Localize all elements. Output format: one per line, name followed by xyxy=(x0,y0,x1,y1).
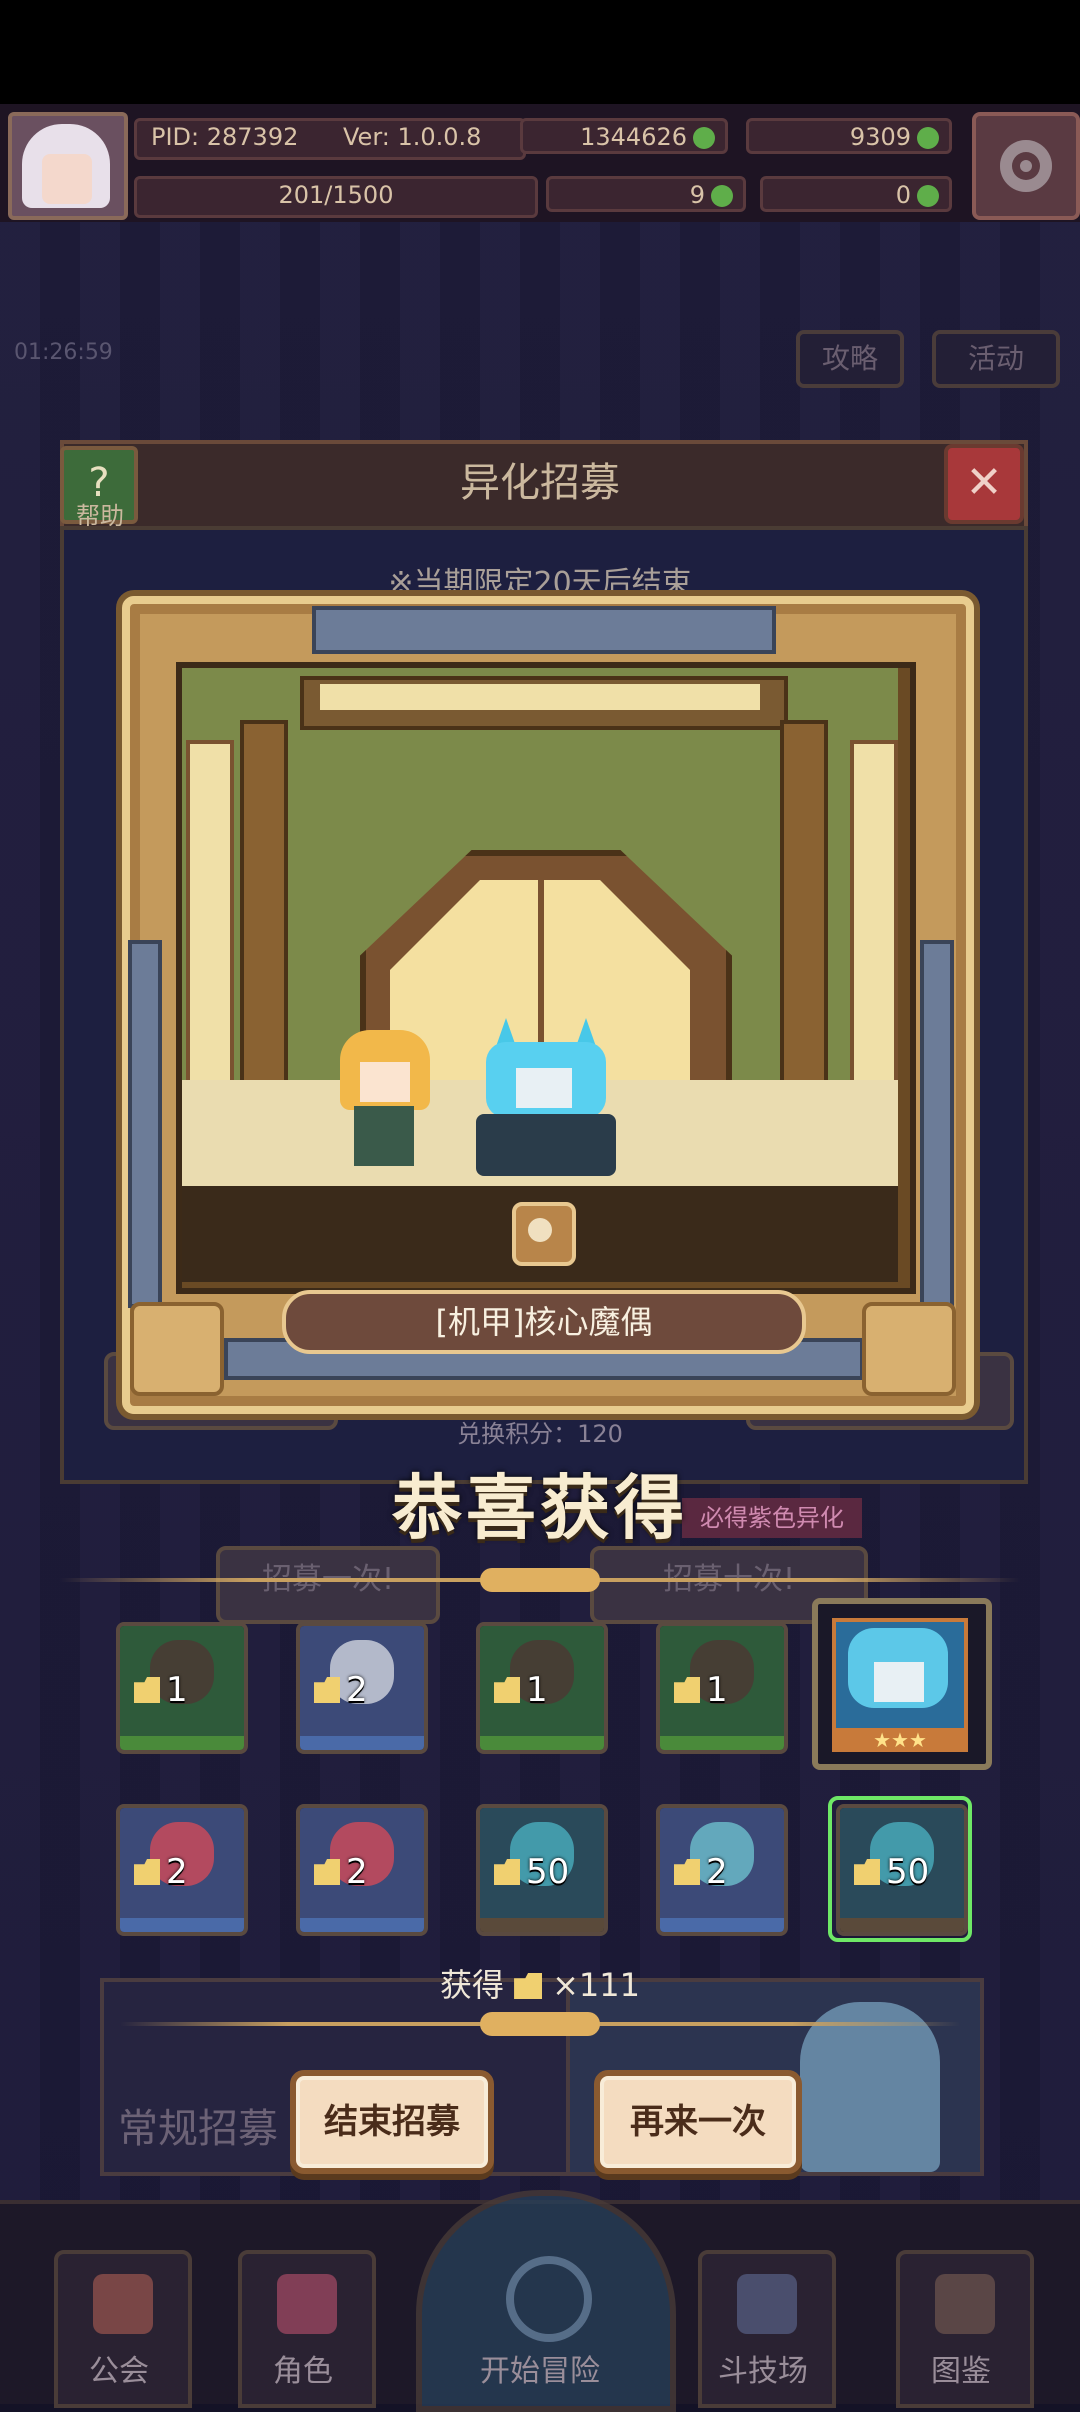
character-name-plate: [机甲]核心魔偶 xyxy=(282,1290,806,1354)
stamina-value: 201/1500 xyxy=(278,181,394,209)
clover-value: 9 xyxy=(689,181,705,209)
shard-icon xyxy=(314,1677,340,1703)
reward-card[interactable]: 2 xyxy=(116,1804,248,1936)
divider-gem-icon xyxy=(480,2012,600,2036)
magnifier-icon xyxy=(506,2256,592,2342)
frame-left-rail xyxy=(128,940,162,1308)
event-button[interactable]: 活动 xyxy=(932,330,1060,388)
ticket-value: 0 xyxy=(895,181,911,209)
nav-character-label: 角色 xyxy=(273,2354,333,2389)
nav-codex-label: 图鉴 xyxy=(931,2354,991,2389)
reward-count: 2 xyxy=(314,1670,368,1710)
reward-count: 2 xyxy=(314,1852,368,1892)
shard-icon xyxy=(494,1859,520,1885)
plus-icon[interactable] xyxy=(693,127,715,149)
crossed-swords-icon xyxy=(737,2274,797,2334)
recruit-panel-title: 异化招募 xyxy=(460,460,620,506)
reward-count: 2 xyxy=(134,1852,188,1892)
settings-button[interactable] xyxy=(972,112,1080,220)
guild-icon xyxy=(93,2274,153,2334)
reward-count: 1 xyxy=(134,1670,188,1710)
pid-text: PID: 287392 xyxy=(151,123,299,151)
player-avatar[interactable] xyxy=(8,112,128,220)
end-recruit-button[interactable]: 结束招募 xyxy=(290,2070,494,2174)
plus-icon[interactable] xyxy=(711,185,733,207)
clover-counter[interactable]: 9 xyxy=(546,176,746,212)
shard-icon xyxy=(674,1677,700,1703)
shard-icon xyxy=(514,1973,543,1999)
book-icon xyxy=(935,2274,995,2334)
reward-count: 50 xyxy=(494,1852,569,1892)
recruit-once-button[interactable]: 招募一次! xyxy=(216,1546,440,1624)
nav-guild-label: 公会 xyxy=(89,2354,149,2389)
reward-count: 1 xyxy=(494,1670,548,1710)
obtained-character-sprite xyxy=(476,1018,616,1178)
shard-icon xyxy=(854,1859,880,1885)
gem-value: 9309 xyxy=(849,123,911,151)
reward-card[interactable]: 50 xyxy=(476,1804,608,1936)
gold-counter[interactable]: 1344626 xyxy=(520,118,728,154)
stamina-bar: 201/1500 xyxy=(134,176,538,218)
close-button[interactable]: ✕ xyxy=(944,444,1024,524)
crown-emblem-icon xyxy=(130,1302,224,1396)
shard-icon xyxy=(134,1677,160,1703)
reward-card[interactable]: 50 xyxy=(836,1804,968,1936)
reward-card[interactable]: 2 xyxy=(656,1804,788,1936)
gain-prefix: 获得 xyxy=(440,1966,505,2004)
reward-card[interactable]: 1 xyxy=(476,1622,608,1754)
plus-icon[interactable] xyxy=(917,185,939,207)
pid-version-box: PID: 287392 Ver: 1.0.0.8 xyxy=(134,118,526,160)
regular-recruit-label: 常规招募 xyxy=(118,2106,278,2152)
reward-card[interactable]: 2 xyxy=(296,1804,428,1936)
shard-icon xyxy=(134,1859,160,1885)
heart-emblem-icon xyxy=(862,1302,956,1396)
companion-character xyxy=(330,1030,440,1170)
gold-value: 1344626 xyxy=(580,123,687,151)
scene-window-right xyxy=(850,740,898,1088)
star-rating: ★★★ xyxy=(832,1728,968,1752)
shard-icon xyxy=(314,1859,340,1885)
reward-count: 1 xyxy=(674,1670,728,1710)
gain-total: ×111 xyxy=(552,1966,640,2004)
reward-count: 2 xyxy=(674,1852,728,1892)
divider-gem-icon xyxy=(480,1568,600,1592)
scene-lintel-panel xyxy=(320,684,760,710)
character-icon xyxy=(277,2274,337,2334)
shard-icon xyxy=(494,1677,520,1703)
scene-window-left xyxy=(186,740,234,1088)
reward-card[interactable]: 1 xyxy=(656,1622,788,1754)
ticket-counter[interactable]: 0 xyxy=(760,176,952,212)
reward-card[interactable]: 1 xyxy=(116,1622,248,1754)
exchange-points: 兑换积分：120 xyxy=(457,1420,623,1448)
frame-right-rail xyxy=(920,940,954,1308)
gain-summary: 获得 ×111 xyxy=(0,1960,1080,2006)
gear-icon xyxy=(1000,140,1052,192)
recruit-again-button[interactable]: 再来一次 xyxy=(594,2070,802,2174)
guide-button[interactable]: 攻略 xyxy=(796,330,904,388)
plus-icon[interactable] xyxy=(917,127,939,149)
gem-counter[interactable]: 9309 xyxy=(746,118,952,154)
status-bar xyxy=(0,0,1080,104)
congrats-title: 恭喜获得 xyxy=(392,1467,688,1549)
close-icon: ✕ xyxy=(965,457,1003,508)
event-timer: 01:26:59 xyxy=(14,340,113,365)
shard-icon xyxy=(674,1859,700,1885)
version-text: Ver: 1.0.0.8 xyxy=(343,123,482,151)
reward-count: 50 xyxy=(854,1852,929,1892)
nav-adventure-label: 开始冒险 xyxy=(480,2354,600,2389)
featured-character-card[interactable]: ★★★ xyxy=(812,1598,992,1770)
nav-arena-label: 斗技场 xyxy=(718,2354,808,2389)
reward-card[interactable]: 2 xyxy=(296,1622,428,1754)
faction-emblem-icon xyxy=(512,1202,576,1266)
frame-top-bar xyxy=(312,606,776,654)
